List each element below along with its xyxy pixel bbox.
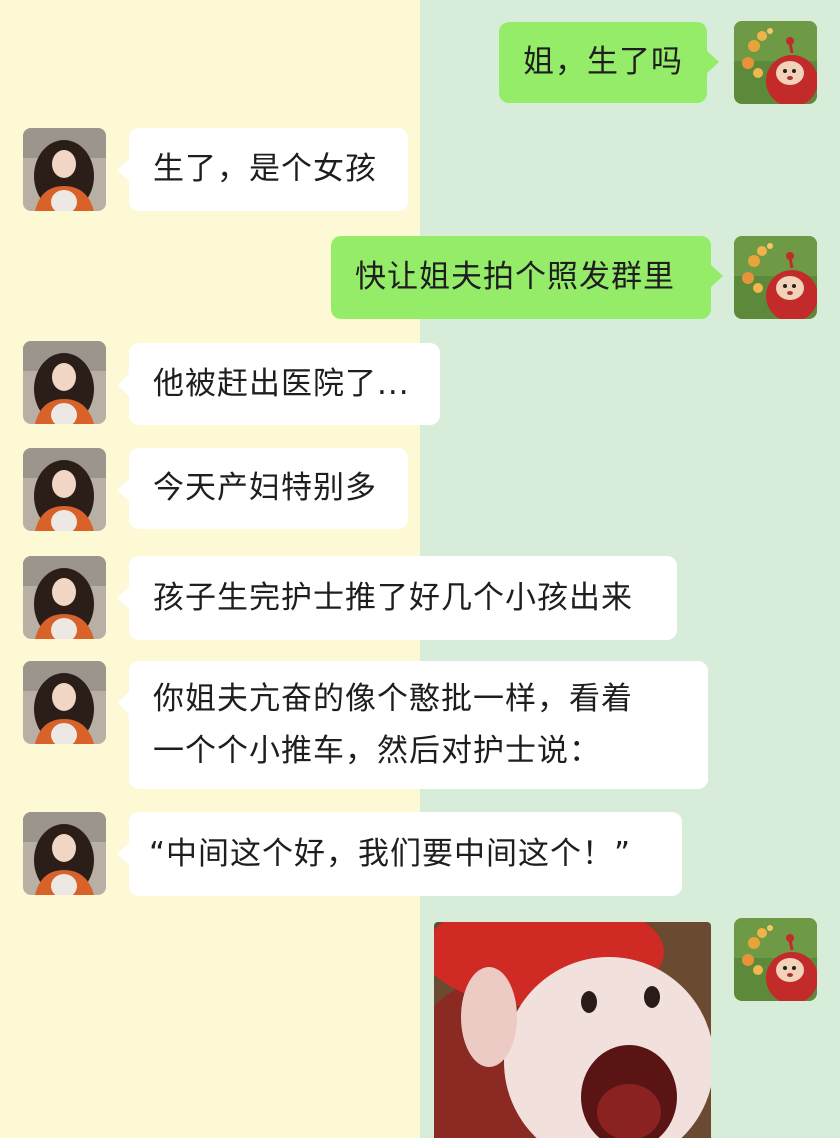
screaming-creature-sticker[interactable] — [434, 922, 711, 1138]
girl-photo-avatar[interactable] — [23, 448, 106, 531]
red-teletubby-avatar[interactable] — [734, 236, 817, 319]
girl-photo-avatar[interactable] — [23, 812, 106, 895]
red-teletubby-avatar[interactable] — [734, 918, 817, 1001]
girl-photo-avatar[interactable] — [23, 556, 106, 639]
message-bubble-received[interactable]: 他被赶出医院了... — [117, 343, 440, 425]
message-bubble-sent[interactable]: 姐，生了吗 — [499, 22, 719, 103]
red-teletubby-avatar[interactable] — [734, 21, 817, 104]
message-bubble-received[interactable]: 今天产妇特别多 — [117, 448, 408, 529]
message-bubble-received[interactable]: 孩子生完护士推了好几个小孩出来 — [117, 556, 677, 640]
message-bubble-received[interactable]: “中间这个好，我们要中间这个！” — [117, 812, 682, 896]
girl-photo-avatar[interactable] — [23, 128, 106, 211]
message-bubble-sent[interactable]: 快让姐夫拍个照发群里 — [331, 236, 723, 319]
girl-photo-avatar[interactable] — [23, 661, 106, 744]
message-bubble-received[interactable]: 你姐夫亢奋的像个憨批一样，看着 一个个小推车，然后对护士说： — [117, 661, 708, 789]
girl-photo-avatar[interactable] — [23, 341, 106, 424]
message-bubble-received[interactable]: 生了，是个女孩 — [117, 128, 408, 211]
